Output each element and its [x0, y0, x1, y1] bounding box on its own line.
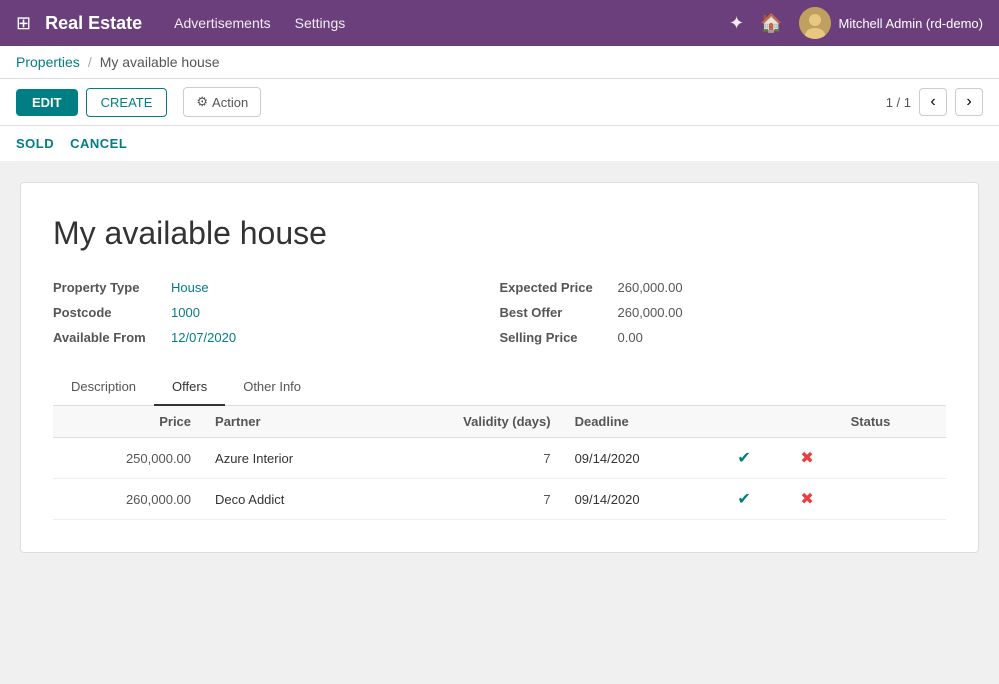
app-title: Real Estate	[45, 13, 142, 34]
best-offer-label: Best Offer	[500, 305, 610, 320]
breadcrumb-parent[interactable]: Properties	[16, 54, 80, 70]
row2-price: 260,000.00	[53, 479, 203, 520]
cross-icon: ✖	[800, 450, 813, 467]
nav-links: Advertisements Settings	[174, 15, 729, 31]
best-offer-field: Best Offer 260,000.00	[500, 305, 947, 320]
row1-deadline: 09/14/2020	[563, 438, 713, 479]
postcode-label: Postcode	[53, 305, 163, 320]
expected-price-field: Expected Price 260,000.00	[500, 280, 947, 295]
pagination: 1 / 1 ‹ ›	[886, 88, 983, 116]
gear-icon: ⚙	[196, 94, 208, 110]
property-type-field: Property Type House	[53, 280, 500, 295]
property-type-value: House	[171, 280, 209, 295]
row1-price: 250,000.00	[53, 438, 203, 479]
row2-validity: 7	[375, 479, 563, 520]
available-from-value: 12/07/2020	[171, 330, 236, 345]
table-row: 260,000.00 Deco Addict 7 09/14/2020 ✔ ✖	[53, 479, 946, 520]
sold-button[interactable]: SOLD	[16, 132, 54, 155]
selling-price-label: Selling Price	[500, 330, 610, 345]
status-bar: SOLD CANCEL	[0, 126, 999, 162]
tab-other-info[interactable]: Other Info	[225, 369, 319, 406]
top-nav: ⊞ Real Estate Advertisements Settings ✦ …	[0, 0, 999, 46]
row1-status	[839, 438, 946, 479]
tabs: Description Offers Other Info	[53, 369, 946, 406]
main-content: My available house Property Type House P…	[0, 162, 999, 680]
property-title: My available house	[53, 215, 946, 252]
col-accept	[713, 406, 776, 438]
col-reject	[776, 406, 839, 438]
tab-offers[interactable]: Offers	[154, 369, 225, 406]
col-status: Status	[839, 406, 946, 438]
action-button[interactable]: ⚙ Action	[183, 87, 261, 117]
row1-reject-button[interactable]: ✖	[776, 438, 839, 479]
avatar	[799, 7, 831, 39]
create-button[interactable]: CREATE	[86, 88, 168, 117]
col-deadline: Deadline	[563, 406, 713, 438]
best-offer-value: 260,000.00	[618, 305, 683, 320]
col-partner: Partner	[203, 406, 375, 438]
col-validity: Validity (days)	[375, 406, 563, 438]
edit-button[interactable]: EDIT	[16, 89, 78, 116]
toolbar: EDIT CREATE ⚙ Action 1 / 1 ‹ ›	[0, 79, 999, 126]
next-page-button[interactable]: ›	[955, 88, 983, 116]
user-name: Mitchell Admin (rd-demo)	[839, 16, 984, 31]
postcode-value: 1000	[171, 305, 200, 320]
property-fields: Property Type House Postcode 1000 Availa…	[53, 280, 946, 345]
property-type-label: Property Type	[53, 280, 163, 295]
offers-table: Price Partner Validity (days) Deadline S…	[53, 406, 946, 520]
tab-description[interactable]: Description	[53, 369, 154, 406]
nav-right: ✦ 🏠 Mitchell Admin (rd-demo)	[729, 7, 983, 39]
left-fields: Property Type House Postcode 1000 Availa…	[53, 280, 500, 345]
breadcrumb-current: My available house	[100, 54, 220, 70]
home-icon[interactable]: 🏠	[760, 13, 782, 34]
col-price: Price	[53, 406, 203, 438]
row2-accept-button[interactable]: ✔	[713, 479, 776, 520]
cancel-button[interactable]: CANCEL	[70, 132, 127, 155]
row2-deadline: 09/14/2020	[563, 479, 713, 520]
row2-partner: Deco Addict	[203, 479, 375, 520]
available-from-field: Available From 12/07/2020	[53, 330, 500, 345]
expected-price-label: Expected Price	[500, 280, 610, 295]
nav-advertisements[interactable]: Advertisements	[174, 15, 270, 31]
check-icon: ✔	[737, 491, 750, 508]
action-label: Action	[212, 95, 248, 110]
user-menu[interactable]: Mitchell Admin (rd-demo)	[799, 7, 984, 39]
breadcrumb: Properties / My available house	[0, 46, 999, 79]
table-row: 250,000.00 Azure Interior 7 09/14/2020 ✔…	[53, 438, 946, 479]
row1-validity: 7	[375, 438, 563, 479]
right-fields: Expected Price 260,000.00 Best Offer 260…	[500, 280, 947, 345]
row2-status	[839, 479, 946, 520]
check-icon: ✔	[737, 450, 750, 467]
row1-partner: Azure Interior	[203, 438, 375, 479]
nav-settings[interactable]: Settings	[295, 15, 346, 31]
available-from-label: Available From	[53, 330, 163, 345]
cross-icon: ✖	[800, 491, 813, 508]
table-header-row: Price Partner Validity (days) Deadline S…	[53, 406, 946, 438]
row1-accept-button[interactable]: ✔	[713, 438, 776, 479]
star-icon[interactable]: ✦	[729, 13, 744, 34]
row2-reject-button[interactable]: ✖	[776, 479, 839, 520]
pagination-label: 1 / 1	[886, 95, 911, 110]
selling-price-field: Selling Price 0.00	[500, 330, 947, 345]
postcode-field: Postcode 1000	[53, 305, 500, 320]
property-card: My available house Property Type House P…	[20, 182, 979, 553]
expected-price-value: 260,000.00	[618, 280, 683, 295]
breadcrumb-separator: /	[88, 54, 92, 70]
prev-page-button[interactable]: ‹	[919, 88, 947, 116]
grid-icon[interactable]: ⊞	[16, 13, 31, 34]
selling-price-value: 0.00	[618, 330, 643, 345]
